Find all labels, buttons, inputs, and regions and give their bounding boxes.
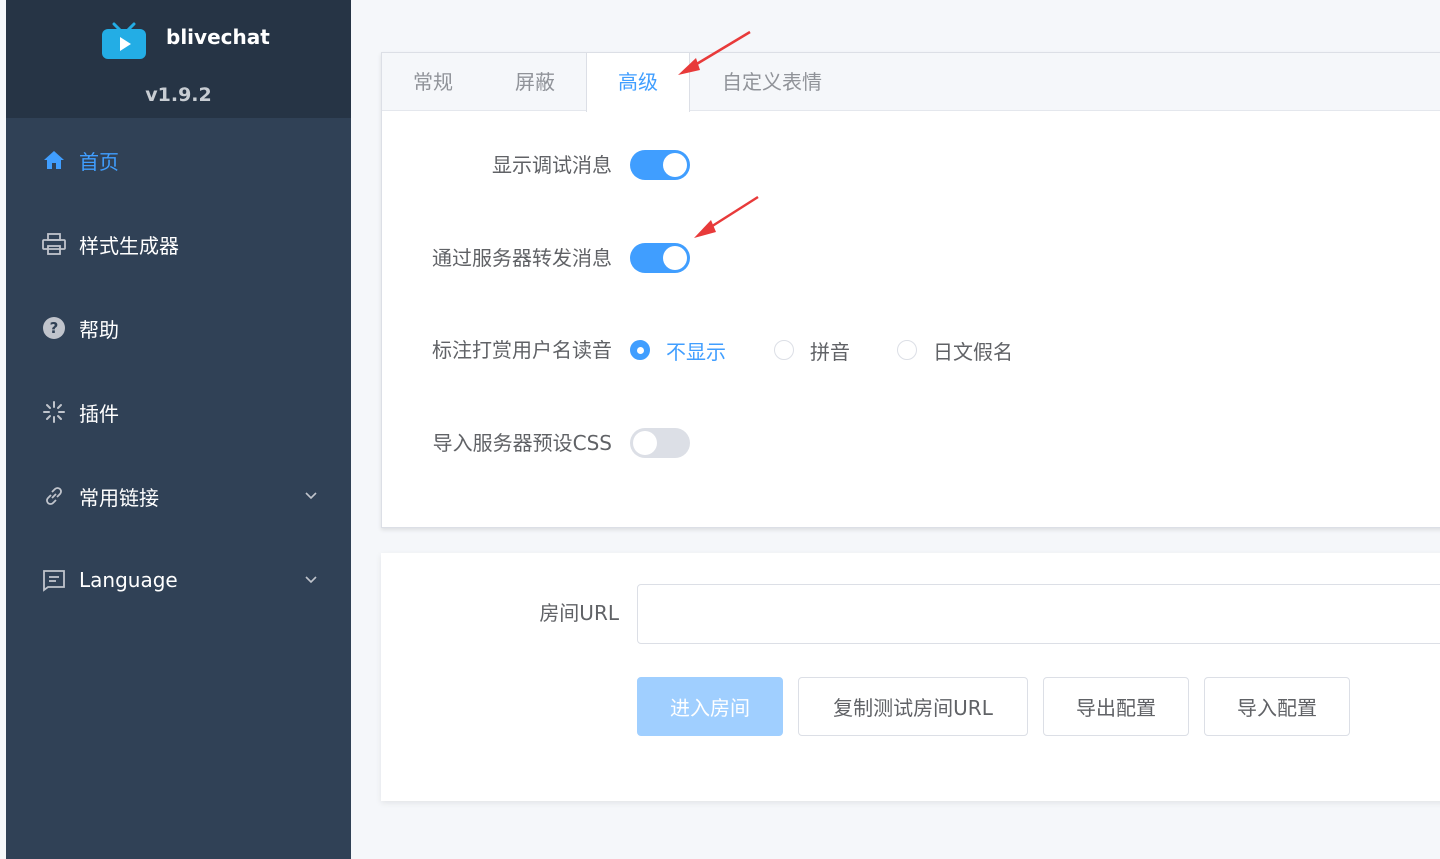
message-icon [41, 567, 67, 593]
reading-option-kana[interactable]: 日文假名 [897, 330, 1013, 370]
settings-tabs: 常规 屏蔽 高级 自定义表情 [382, 53, 1440, 112]
tab-advanced[interactable]: 高级 [586, 53, 690, 112]
relay-label: 通过服务器转发消息 [432, 246, 612, 270]
link-icon [41, 483, 67, 509]
switch-knob [663, 153, 687, 177]
tab-custom-emoji[interactable]: 自定义表情 [712, 53, 832, 111]
show-debug-switch[interactable] [630, 150, 690, 180]
chevron-down-icon [305, 576, 317, 584]
app-version: v1.9.2 [145, 84, 212, 106]
settings-card: 常规 屏蔽 高级 自定义表情 显示调试消息 通过服务器转发消息 标注打赏用户名读… [381, 52, 1440, 528]
reading-label: 标注打赏用户名读音 [432, 338, 612, 362]
sidebar-item-help[interactable]: ? 帮助 [6, 286, 351, 370]
reading-option-none[interactable]: 不显示 [630, 330, 726, 370]
brand-header: blivechat v1.9.2 [6, 0, 351, 118]
relay-switch[interactable] [630, 243, 690, 273]
show-debug-label: 显示调试消息 [492, 153, 612, 177]
form-row-relay: 通过服务器转发消息 [382, 238, 1440, 278]
room-url-input[interactable] [637, 584, 1440, 644]
export-config-button[interactable]: 导出配置 [1043, 677, 1189, 736]
sidebar-item-stylegen[interactable]: 样式生成器 [6, 202, 351, 286]
question-icon: ? [41, 315, 67, 341]
radio-dot [630, 340, 650, 360]
sidebar-item-links[interactable]: 常用链接 [6, 454, 351, 538]
radio-label: 不显示 [666, 339, 726, 364]
sidebar-item-label: 常用链接 [79, 485, 159, 510]
enter-room-button[interactable]: 进入房间 [637, 677, 783, 736]
app-name: blivechat [166, 25, 270, 49]
import-css-label: 导入服务器预设CSS [432, 431, 612, 455]
form-row-reading: 标注打赏用户名读音 不显示 拼音 日文假名 [382, 330, 1440, 370]
loading-icon [41, 399, 67, 425]
sidebar-item-home[interactable]: 首页 [6, 118, 351, 202]
sidebar-item-label: 插件 [79, 401, 119, 426]
switch-knob [633, 431, 657, 455]
import-css-switch[interactable] [630, 428, 690, 458]
form-row-show-debug: 显示调试消息 [382, 145, 1440, 185]
home-icon [41, 147, 67, 173]
radio-dot [774, 340, 794, 360]
sidebar-item-label: 帮助 [79, 317, 119, 342]
chevron-down-icon [305, 492, 317, 500]
radio-label: 拼音 [810, 339, 850, 364]
sidebar-menu: 首页 样式生成器 ? 帮助 插件 常用链接 Language [6, 118, 351, 622]
form-row-import-css: 导入服务器预设CSS [382, 423, 1440, 463]
svg-text:?: ? [50, 319, 59, 337]
sidebar: blivechat v1.9.2 首页 样式生成器 ? 帮助 插件 常用链接 L… [6, 0, 351, 859]
sidebar-item-plugins[interactable]: 插件 [6, 370, 351, 454]
reading-option-pinyin[interactable]: 拼音 [774, 330, 850, 370]
import-config-button[interactable]: 导入配置 [1204, 677, 1350, 736]
sidebar-item-label: Language [79, 568, 178, 592]
radio-label: 日文假名 [933, 339, 1013, 364]
room-url-label: 房间URL [539, 601, 619, 625]
sidebar-item-language[interactable]: Language [6, 538, 351, 622]
tab-general[interactable]: 常规 [392, 53, 474, 111]
tv-logo-icon [102, 22, 146, 59]
sidebar-item-label: 样式生成器 [79, 233, 179, 258]
sidebar-item-label: 首页 [79, 149, 119, 174]
tab-block[interactable]: 屏蔽 [494, 53, 576, 111]
copy-test-url-button[interactable]: 复制测试房间URL [798, 677, 1028, 736]
switch-knob [663, 246, 687, 270]
printer-icon [41, 231, 67, 257]
radio-dot [897, 340, 917, 360]
room-card: 房间URL 进入房间 复制测试房间URL 导出配置 导入配置 [381, 553, 1440, 801]
